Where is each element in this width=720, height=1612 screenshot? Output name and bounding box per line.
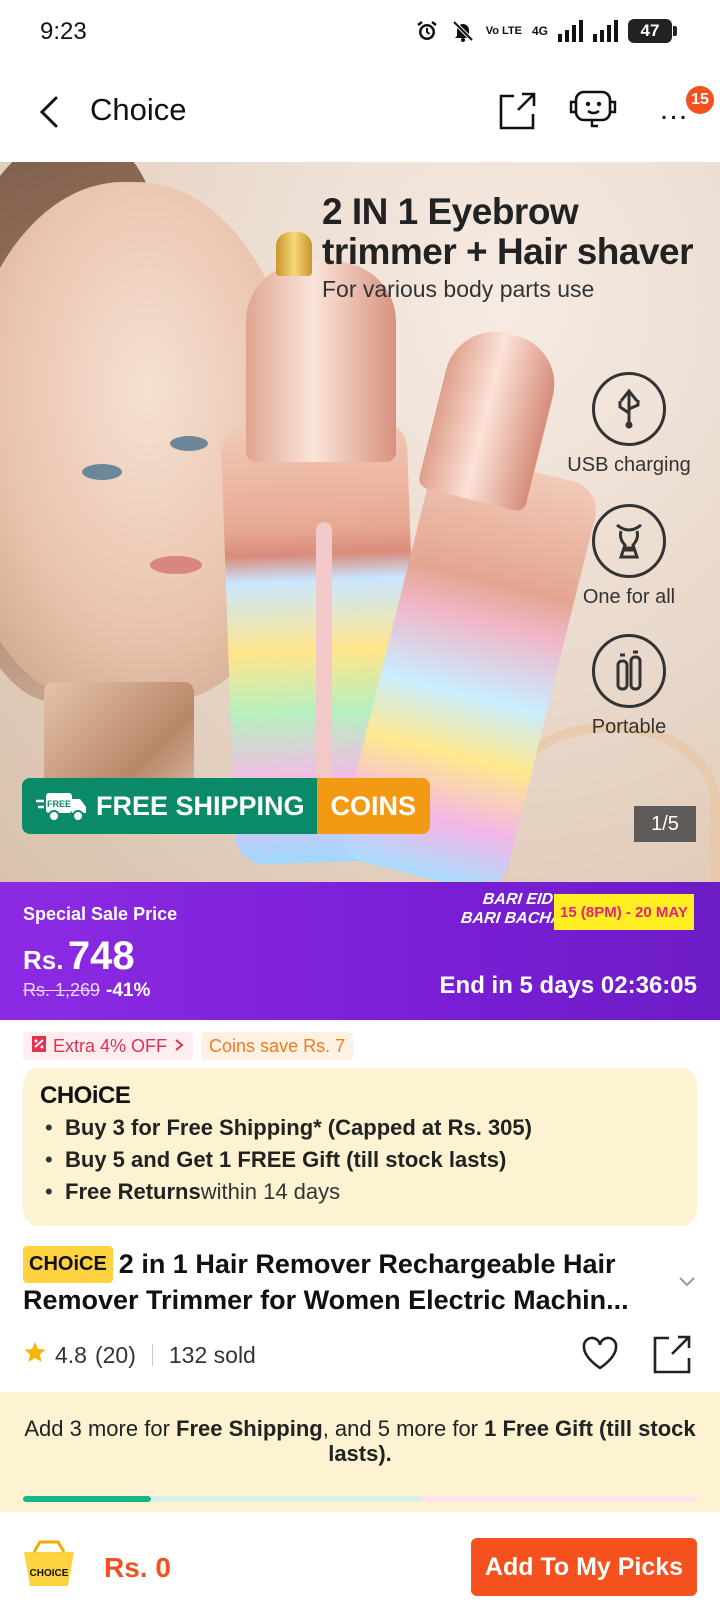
free-shipping-label: FREE SHIPPING (96, 790, 305, 821)
product-title-text: 2 in 1 Hair Remover Rechargeable Hair Re… (23, 1249, 629, 1315)
review-count: (20) (94, 1341, 136, 1368)
svg-text:FREE: FREE (47, 799, 71, 809)
rating-value: 4.8 (55, 1341, 87, 1368)
countdown-timer: End in 5 days 02:36:05 (439, 972, 697, 999)
mute-icon (450, 18, 476, 44)
feature-portable: Portable (564, 634, 694, 739)
sold-count: 132 sold (168, 1341, 256, 1368)
system-icons: Vo LTE 4G 47 (414, 18, 677, 44)
progress-segment (151, 1496, 422, 1502)
hero-headline: 2 IN 1 Eyebrow trimmer + Hair shaver (322, 191, 694, 272)
model-lips (150, 556, 202, 574)
notification-badge: 15 (686, 86, 714, 114)
benefit-item: • Buy 5 and Get 1 FREE Gift (till stock l… (45, 1147, 507, 1172)
model-eye (170, 436, 208, 451)
support-bot-icon[interactable] (566, 86, 622, 134)
feature-usb: USB charging (564, 372, 694, 477)
event-dates: 15 (8PM) - 20 MAY (554, 894, 694, 930)
svg-text:CHOICE: CHOICE (30, 1568, 69, 1579)
coupon-icon (31, 1035, 47, 1058)
back-icon[interactable] (32, 94, 68, 130)
sale-banner: Special Sale Price Rs. 748 Rs. 1,269 -41… (0, 882, 720, 1020)
page-title: Choice (90, 92, 187, 127)
original-price: Rs. 1,269 (23, 980, 101, 1000)
model-eye (82, 464, 122, 480)
trimmer-tip (276, 232, 312, 276)
choice-cart-icon[interactable]: CHOICE (20, 1540, 78, 1592)
add-to-picks-button[interactable]: Add To My Picks (471, 1538, 697, 1596)
usb-icon (592, 372, 666, 446)
bottom-action-bar: CHOICE Rs. 0 Add To My Picks (0, 1512, 720, 1612)
share-icon[interactable] (652, 1334, 692, 1374)
coins-label: COINS (316, 778, 431, 834)
star-icon (23, 1340, 47, 1370)
product-title[interactable]: CHOiCE 2 in 1 Hair Remover Rechargeable H… (23, 1246, 673, 1318)
upsell-bar: Add 3 more for Free Shipping, and 5 more… (0, 1392, 720, 1512)
coupon-row: Extra 4% OFF Coins save Rs. 7 (23, 1032, 354, 1060)
alarm-icon (414, 18, 440, 44)
progress-segment (421, 1496, 697, 1502)
choice-logo: CHOiCE (40, 1082, 131, 1109)
feature-one-for-all: One for all (564, 504, 694, 609)
cart-total: Rs. 0 (104, 1552, 171, 1583)
signal-icon (593, 20, 618, 42)
upsell-message: Add 3 more for Free Shipping, and 5 more… (24, 1416, 696, 1466)
feature-label: One for all (582, 586, 676, 608)
status-time: 9:23 (40, 18, 87, 45)
wishlist-heart-icon[interactable] (580, 1334, 620, 1374)
coupon-label: Extra 4% OFF (53, 1035, 168, 1056)
promo-banner: FREE FREE SHIPPING COINS (22, 778, 431, 834)
sale-price: Rs. 748 (23, 934, 135, 979)
volte-icon: Vo LTE (485, 24, 522, 37)
feature-label: Portable (591, 716, 667, 738)
sale-label: Special Sale Price (23, 904, 178, 924)
coins-save-coupon: Coins save Rs. 7 (201, 1032, 354, 1060)
progress-fill (23, 1496, 152, 1502)
truck-icon: FREE (36, 789, 88, 823)
image-counter: 1/5 (634, 806, 696, 842)
chevron-right-icon (173, 1036, 185, 1057)
product-image-carousel[interactable]: 2 IN 1 Eyebrow trimmer + Hair shaver For… (0, 162, 720, 882)
signal-icon (558, 20, 583, 42)
free-shipping-tag: FREE FREE SHIPPING (22, 778, 317, 834)
portable-icon (592, 634, 666, 708)
trimmer-clip (316, 522, 332, 822)
rating-row[interactable]: 4.8 (20) 132 sold (23, 1340, 256, 1370)
status-bar: 9:23 Vo LTE 4G 47 (0, 0, 720, 64)
upsell-progress-bar (23, 1496, 697, 1502)
hero-subline: For various body parts use (322, 276, 595, 302)
feature-label: USB charging (567, 454, 691, 476)
benefit-item: • Buy 3 for Free Shipping* (Capped at Rs.… (45, 1115, 532, 1140)
choice-benefits[interactable]: CHOiCE • Buy 3 for Free Shipping* (Capped… (23, 1068, 697, 1226)
network-type: 4G (531, 24, 548, 38)
price-value: 748 (67, 934, 135, 978)
divider (151, 1344, 153, 1366)
discount-percent: -41% (106, 980, 151, 1001)
share-icon[interactable] (496, 90, 538, 132)
choice-tag: CHOiCE (23, 1246, 113, 1283)
extra-off-coupon[interactable]: Extra 4% OFF (23, 1032, 194, 1060)
top-nav: Choice … 15 (0, 64, 720, 162)
price-currency: Rs. (23, 945, 64, 975)
chevron-down-icon[interactable] (676, 1270, 698, 1292)
benefit-item: • Free Returns within 14 days (45, 1179, 341, 1204)
benefit-list: • Buy 3 for Free Shipping* (Capped at Rs.… (45, 1112, 532, 1208)
battery-icon: 47 (628, 19, 677, 43)
body-icon (592, 504, 666, 578)
